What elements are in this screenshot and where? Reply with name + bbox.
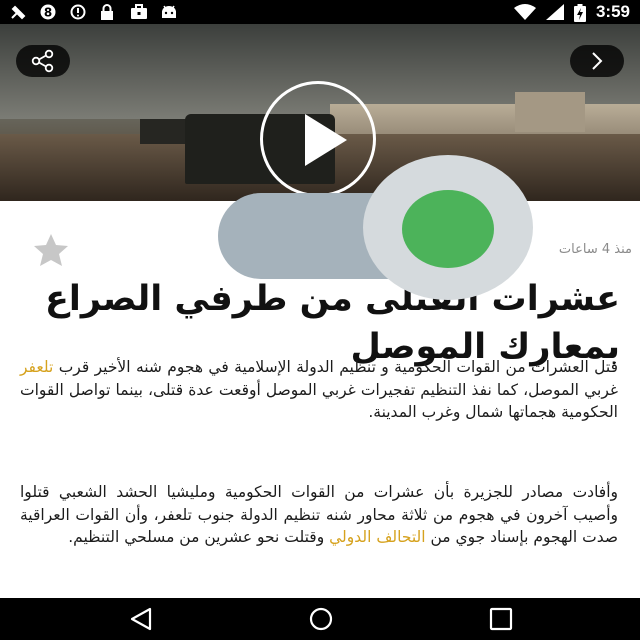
recent-apps-icon[interactable]: [488, 607, 514, 631]
p1-text-2: غربي الموصل، كما نفذ التنظيم تفجيرات غرب…: [20, 380, 618, 422]
wifi-icon: [513, 4, 536, 20]
lock-icon: [100, 4, 116, 20]
back-icon[interactable]: [128, 607, 154, 631]
video-vehicle-small: [140, 119, 190, 144]
video-building: [515, 92, 585, 132]
satellite-icon: [10, 4, 26, 20]
article-paragraph-2: وأفادت مصادر للجزيرة بأن عشرات من القوات…: [20, 481, 618, 549]
p2-text-2: وقتلت نحو عشرين من مسلحي التنظيم.: [68, 528, 330, 546]
star-icon[interactable]: [32, 233, 70, 267]
circle-8-icon: 8: [40, 4, 56, 20]
play-button[interactable]: [260, 81, 376, 197]
play-icon: [305, 114, 347, 166]
block-icon: [70, 4, 86, 20]
toggle-knob[interactable]: [402, 190, 494, 268]
status-bar: 8 3:59: [0, 0, 640, 24]
coalition-link[interactable]: التحالف الدولي: [329, 528, 425, 546]
svg-text:8: 8: [44, 6, 52, 20]
talafar-link[interactable]: تلعفر: [20, 358, 53, 376]
signal-icon: [545, 4, 564, 20]
share-icon: [31, 49, 54, 73]
android-icon: [160, 4, 176, 20]
video-thumbnail[interactable]: [0, 24, 640, 201]
clock: 3:59: [595, 2, 630, 21]
home-icon[interactable]: [308, 607, 334, 631]
chevron-right-icon: [592, 52, 603, 70]
share-button[interactable]: [16, 45, 70, 77]
battery-charging-icon: [573, 4, 586, 22]
p1-text-1: قتل العشرات من القوات الحكومية و تنظيم ا…: [53, 358, 618, 376]
navigation-bar: [0, 598, 640, 640]
timestamp: منذ 4 ساعات: [558, 242, 632, 257]
briefcase-icon: [130, 4, 147, 20]
next-button[interactable]: [570, 45, 624, 77]
article-paragraph-1: قتل العشرات من القوات الحكومية و تنظيم ا…: [20, 356, 618, 424]
